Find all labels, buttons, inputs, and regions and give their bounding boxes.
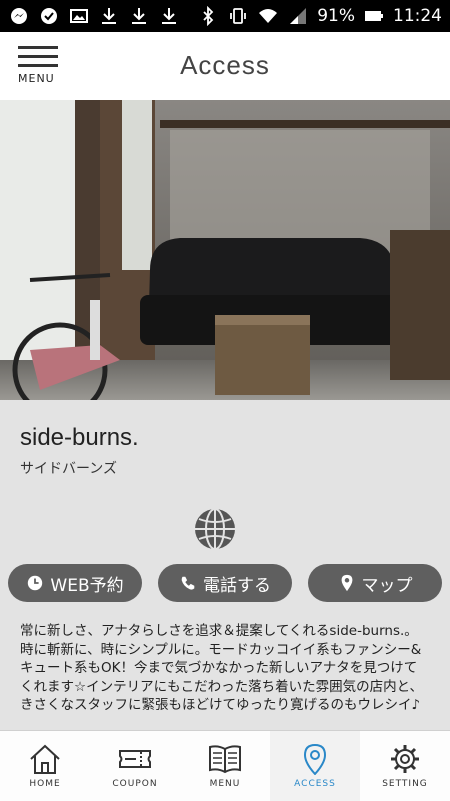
web-reserve-button[interactable]: WEB予約	[8, 564, 142, 602]
website-globe-icon[interactable]	[193, 507, 237, 551]
map-label: マップ	[361, 575, 413, 596]
image-icon	[68, 5, 90, 27]
tab-coupon-label: COUPON	[112, 779, 158, 789]
location-pin-icon	[303, 743, 327, 775]
map-pin-icon	[341, 574, 352, 592]
tab-home-label: HOME	[29, 779, 61, 789]
messenger-icon	[8, 5, 30, 27]
vibrate-icon	[227, 5, 249, 27]
shop-description: 常に新しさ、アナタらしさを追求＆提案してくれるside-burns.。時に斬新に…	[20, 623, 424, 713]
clock-icon	[28, 575, 43, 591]
ticket-icon	[119, 750, 151, 768]
page-title: Access	[180, 50, 270, 80]
check-icon	[38, 5, 60, 27]
status-bar-right: 91% 11:24	[197, 5, 442, 27]
gear-icon	[391, 745, 419, 773]
shop-kana: サイドバーンズ	[20, 461, 118, 477]
tab-home[interactable]: HOME	[0, 731, 90, 801]
battery-percent: 91%	[317, 6, 355, 26]
wifi-icon	[257, 5, 279, 27]
call-button[interactable]: 電話する	[158, 564, 292, 602]
web-reserve-label: WEB予約	[50, 575, 124, 596]
tab-coupon[interactable]: COUPON	[90, 731, 180, 801]
tab-setting[interactable]: SETTING	[360, 731, 450, 801]
tab-menu-label: MENU	[209, 779, 241, 789]
battery-icon	[363, 5, 385, 27]
signal-icon	[287, 5, 309, 27]
bluetooth-icon	[197, 5, 219, 27]
map-button[interactable]: マップ	[308, 564, 442, 602]
phone-icon	[181, 576, 195, 590]
status-bar: 91% 11:24	[0, 0, 450, 32]
clock: 11:24	[393, 6, 442, 26]
download-icon	[98, 5, 120, 27]
tab-setting-label: SETTING	[382, 779, 428, 789]
download-icon	[158, 5, 180, 27]
status-bar-left	[8, 5, 180, 27]
bottom-tab-bar: HOME COUPON MENU ACCESS SETTING	[0, 730, 450, 801]
home-icon	[30, 744, 60, 774]
tab-access[interactable]: ACCESS	[270, 731, 360, 801]
action-buttons: WEB予約 電話する マップ	[8, 564, 442, 602]
shop-name: side-burns.	[20, 424, 139, 451]
call-label: 電話する	[203, 575, 271, 596]
tab-menu[interactable]: MENU	[180, 731, 270, 801]
app-header: MENU Access	[0, 32, 450, 101]
shop-photo	[0, 100, 450, 400]
tab-access-label: ACCESS	[294, 779, 336, 789]
book-icon	[209, 745, 241, 774]
download-icon	[128, 5, 150, 27]
